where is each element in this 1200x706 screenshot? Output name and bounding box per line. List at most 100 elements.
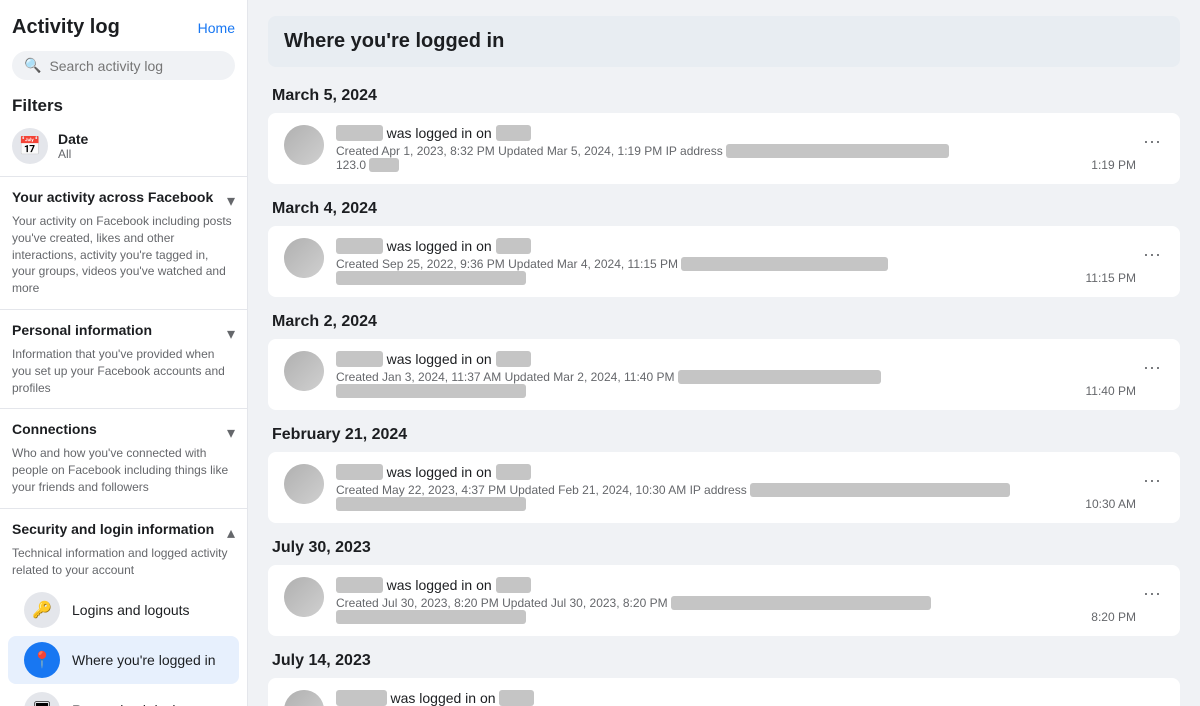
section-personal-info-desc: Information that you've provided when yo… <box>12 346 235 396</box>
section-security-login-name: Security and login information <box>12 521 214 537</box>
section-your-activity-desc: Your activity on Facebook including post… <box>12 213 235 297</box>
filters-label: Filters <box>0 90 247 122</box>
blurred-device-mar4 <box>496 238 531 254</box>
log-meta-mar4: Created Sep 25, 2022, 9:36 PM Updated Ma… <box>336 257 1164 285</box>
log-main-text-mar5: was logged in on <box>336 125 1164 141</box>
log-main-text-jul30: was logged in on <box>336 577 1164 593</box>
avatar-feb21 <box>284 464 324 504</box>
section-personal-info[interactable]: Personal information ▾ Information that … <box>0 316 247 402</box>
ip-mar5: IP address <box>666 144 723 158</box>
blurred-meta2-mar2 <box>336 384 526 398</box>
log-time-mar4: 11:15 PM <box>1086 271 1136 285</box>
log-card-mar5: was logged in on Created Apr 1, 2023, 8:… <box>268 113 1180 184</box>
chevron-down-icon-2: ▾ <box>227 324 235 344</box>
search-input[interactable] <box>49 58 223 74</box>
date-label-mar2: March 2, 2024 <box>268 305 1180 339</box>
search-icon: 🔍 <box>24 57 41 74</box>
blurred-name-jul30 <box>336 577 383 593</box>
log-info-mar5: was logged in on Created Apr 1, 2023, 8:… <box>336 125 1164 172</box>
date-section-mar2: March 2, 2024 was logged in on Created J… <box>268 305 1180 410</box>
location-icon: 📍 <box>24 642 60 678</box>
log-main-text-mar2: was logged in on <box>336 351 1164 367</box>
log-action-mar5: was logged in on <box>387 125 496 141</box>
sidebar-title: Activity log <box>12 16 120 39</box>
log-info-jul14: was logged in on Created Jul 14, 2023, 1… <box>336 690 1164 706</box>
logins-logouts-label: Logins and logouts <box>72 602 190 618</box>
divider-1 <box>0 176 247 177</box>
blurred-device-mar2 <box>496 351 531 367</box>
more-button-mar2[interactable]: ··· <box>1136 351 1168 383</box>
log-info-mar4: was logged in on Created Sep 25, 2022, 9… <box>336 238 1164 285</box>
updated-jul30: Updated Jul 30, 2023, 8:20 PM <box>502 596 667 610</box>
section-connections-name: Connections <box>12 421 97 437</box>
avatar-mar2 <box>284 351 324 391</box>
blurred-device-jul30 <box>496 577 531 593</box>
log-time-mar2: 11:40 PM <box>1086 384 1136 398</box>
blurred-device-mar5 <box>496 125 531 141</box>
blurred-name-mar2 <box>336 351 383 367</box>
section-connections-desc: Who and how you've connected with people… <box>12 445 235 495</box>
monitor-icon: 🖥 <box>24 692 60 706</box>
avatar-mar4 <box>284 238 324 278</box>
updated-mar5: Updated Mar 5, 2024, 1:19 PM <box>498 144 662 158</box>
chevron-up-icon: ▴ <box>227 523 235 543</box>
updated-mar4: Updated Mar 4, 2024, 11:15 PM <box>508 257 678 271</box>
blurred-meta-mar2 <box>678 370 881 384</box>
section-security-login[interactable]: Security and login information ▴ Technic… <box>0 515 247 585</box>
blurred-ip2-mar5 <box>369 158 399 172</box>
log-time-mar5: 1:19 PM <box>1091 158 1136 172</box>
date-filter-icon: 📅 <box>12 128 48 164</box>
blurred-meta-feb21 <box>750 483 1010 497</box>
log-info-feb21: was logged in on Created May 22, 2023, 4… <box>336 464 1164 511</box>
sidebar-item-where-logged-in[interactable]: 📍 Where you're logged in <box>8 636 239 684</box>
main-title: Where you're logged in <box>284 30 504 52</box>
log-card-jul14: was logged in on Created Jul 14, 2023, 1… <box>268 678 1180 706</box>
search-bar[interactable]: 🔍 <box>12 51 235 80</box>
main-content: Where you're logged in March 5, 2024 was… <box>248 0 1200 706</box>
log-action-mar2: was logged in on <box>387 351 496 367</box>
blurred-name-mar4 <box>336 238 383 254</box>
blurred-meta2-jul30 <box>336 610 526 624</box>
section-connections[interactable]: Connections ▾ Who and how you've connect… <box>0 415 247 501</box>
more-button-feb21[interactable]: ··· <box>1136 464 1168 496</box>
date-filter[interactable]: 📅 Date All <box>0 122 247 170</box>
blurred-name-jul14 <box>336 690 387 706</box>
created-feb21: Created May 22, 2023, 4:37 PM <box>336 483 506 497</box>
blurred-meta-mar4 <box>681 257 888 271</box>
updated-feb21: Updated Feb 21, 2024, 10:30 AM <box>509 483 686 497</box>
date-filter-name: Date <box>58 131 88 147</box>
log-action-mar4: was logged in on <box>387 238 496 254</box>
where-logged-in-label: Where you're logged in <box>72 652 216 668</box>
log-meta-jul30: Created Jul 30, 2023, 8:20 PM Updated Ju… <box>336 596 1164 624</box>
created-mar4: Created Sep 25, 2022, 9:36 PM <box>336 257 505 271</box>
section-your-activity-name: Your activity across Facebook <box>12 189 213 205</box>
created-mar2: Created Jan 3, 2024, 11:37 AM <box>336 370 501 384</box>
blurred-ip-mar5 <box>726 144 949 158</box>
date-section-feb21: February 21, 2024 was logged in on Creat… <box>268 418 1180 523</box>
blurred-name-feb21 <box>336 464 383 480</box>
more-button-mar4[interactable]: ··· <box>1136 238 1168 270</box>
recognized-devices-label: Recognized devices <box>72 702 197 706</box>
log-meta-feb21: Created May 22, 2023, 4:37 PM Updated Fe… <box>336 483 1164 511</box>
key-icon: 🔑 <box>24 592 60 628</box>
created-mar5: Created Apr 1, 2023, 8:32 PM <box>336 144 495 158</box>
date-label-mar5: March 5, 2024 <box>268 79 1180 113</box>
home-link[interactable]: Home <box>198 20 235 36</box>
date-filter-text: Date All <box>58 131 88 161</box>
section-your-activity[interactable]: Your activity across Facebook ▾ Your act… <box>0 183 247 303</box>
log-card-mar2: was logged in on Created Jan 3, 2024, 11… <box>268 339 1180 410</box>
blurred-device-jul14 <box>499 690 534 706</box>
sidebar-item-logins-logouts[interactable]: 🔑 Logins and logouts <box>8 586 239 634</box>
more-button-jul30[interactable]: ··· <box>1136 577 1168 609</box>
date-label-jul30: July 30, 2023 <box>268 531 1180 565</box>
sidebar-item-recognized-devices[interactable]: 🖥 Recognized devices <box>8 686 239 706</box>
avatar-jul30 <box>284 577 324 617</box>
log-main-text-mar4: was logged in on <box>336 238 1164 254</box>
blurred-meta2-mar4 <box>336 271 526 285</box>
sidebar: Activity log Home 🔍 Filters 📅 Date All Y… <box>0 0 248 706</box>
date-label-mar4: March 4, 2024 <box>268 192 1180 226</box>
log-meta-mar2: Created Jan 3, 2024, 11:37 AM Updated Ma… <box>336 370 1164 398</box>
more-button-mar5[interactable]: ··· <box>1136 125 1168 157</box>
date-section-jul30: July 30, 2023 was logged in on Created J… <box>268 531 1180 636</box>
log-action-jul30: was logged in on <box>387 577 496 593</box>
